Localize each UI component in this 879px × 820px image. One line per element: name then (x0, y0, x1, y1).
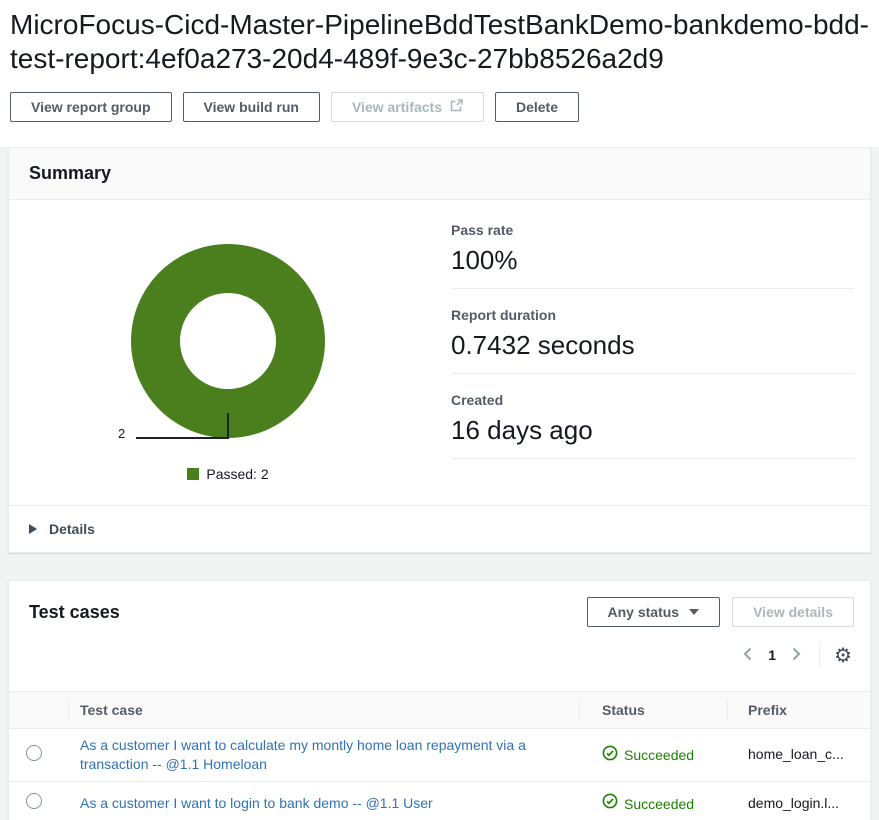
prefix-cell: demo_login.l... (727, 795, 870, 813)
stat-created-label: Created (451, 392, 854, 408)
test-cases-header: Test cases Any status View details (9, 581, 870, 627)
summary-body: 2 Passed: 2 Pass rate 100% Report durati… (9, 200, 870, 505)
prefix-value: home_loan_c... (748, 746, 844, 762)
table-row: As a customer I want to login to bank de… (9, 782, 870, 820)
stat-pass-rate: Pass rate 100% (451, 222, 854, 289)
success-check-icon (602, 793, 618, 814)
summary-card-header: Summary (9, 148, 870, 200)
row-radio-button[interactable] (26, 793, 42, 809)
stat-pass-rate-value: 100% (451, 245, 854, 275)
success-check-icon (602, 745, 618, 766)
details-label: Details (49, 521, 95, 537)
donut-callout-line-vertical (227, 413, 229, 439)
page-header: MicroFocus-Cicd-Master-PipelineBddTestBa… (0, 0, 879, 147)
legend-passed-swatch (187, 468, 199, 480)
gear-icon: ⚙ (834, 643, 852, 667)
stat-pass-rate-label: Pass rate (451, 222, 854, 238)
summary-title: Summary (29, 163, 850, 184)
status-cell: Succeeded (579, 745, 727, 766)
test-cases-card: Test cases Any status View details 1 ⚙ (8, 580, 871, 820)
donut-callout-value: 2 (118, 426, 125, 441)
view-report-group-button[interactable]: View report group (10, 92, 172, 122)
test-cases-title: Test cases (29, 597, 120, 623)
donut-passed-segment (131, 244, 325, 438)
status-filter-value: Any status (608, 604, 680, 620)
table-settings-button[interactable]: ⚙ (832, 645, 854, 665)
legend-passed-label: Passed: 2 (206, 466, 268, 482)
test-cases-table: Test case Status Prefix As a customer I … (9, 691, 870, 820)
summary-stats: Pass rate 100% Report duration 0.7432 se… (449, 200, 870, 505)
row-select-cell (9, 745, 68, 766)
chart-legend: Passed: 2 (131, 466, 325, 482)
test-case-link[interactable]: As a customer I want to login to bank de… (80, 787, 433, 820)
stat-report-duration: Report duration 0.7432 seconds (451, 307, 854, 374)
view-artifacts-button: View artifacts (331, 92, 484, 122)
stat-created-value: 16 days ago (451, 415, 854, 445)
status-filter-dropdown[interactable]: Any status (587, 597, 721, 627)
summary-card: Summary 2 Passed: 2 Pass rate 100% Repor… (8, 147, 871, 553)
table-header-row: Test case Status Prefix (9, 691, 870, 729)
status-badge: Succeeded (624, 747, 694, 763)
prefix-value: demo_login.l... (748, 795, 839, 811)
stat-report-duration-value: 0.7432 seconds (451, 330, 854, 360)
donut-callout-line-horizontal (136, 437, 229, 439)
test-case-cell: As a customer I want to calculate my mon… (68, 729, 579, 781)
external-link-icon (450, 99, 463, 115)
test-case-link[interactable]: As a customer I want to calculate my mon… (80, 729, 578, 781)
prefix-cell: home_loan_c... (727, 746, 870, 764)
previous-page-button (737, 644, 759, 667)
expand-triangle-icon (29, 524, 37, 534)
page-title: MicroFocus-Cicd-Master-PipelineBddTestBa… (10, 8, 871, 76)
report-toolbar: View report group View build run View ar… (10, 92, 871, 122)
chevron-right-icon (789, 646, 803, 665)
page-number[interactable]: 1 (768, 647, 776, 663)
test-cases-actions: Any status View details (587, 597, 854, 627)
tools-divider (819, 643, 820, 667)
pagination-bar: 1 ⚙ (9, 627, 870, 691)
details-expander[interactable]: Details (9, 505, 870, 552)
chevron-down-icon (689, 609, 699, 615)
stat-report-duration-label: Report duration (451, 307, 854, 323)
donut-hole (180, 293, 276, 389)
view-details-button: View details (732, 597, 854, 627)
view-build-run-button[interactable]: View build run (183, 92, 320, 122)
test-case-column-header: Test case (68, 702, 579, 718)
delete-button[interactable]: Delete (495, 92, 579, 122)
next-page-button (785, 644, 807, 667)
prefix-column-header: Prefix (727, 702, 870, 718)
status-badge: Succeeded (624, 796, 694, 812)
row-select-cell (9, 793, 68, 814)
chevron-left-icon (741, 646, 755, 665)
status-column-header: Status (579, 702, 727, 718)
status-cell: Succeeded (579, 793, 727, 814)
test-case-cell: As a customer I want to login to bank de… (68, 787, 579, 820)
view-artifacts-label: View artifacts (352, 99, 442, 115)
row-radio-button[interactable] (26, 745, 42, 761)
stat-created: Created 16 days ago (451, 392, 854, 459)
pass-rate-donut-chart: 2 Passed: 2 (9, 200, 449, 505)
table-row: As a customer I want to calculate my mon… (9, 729, 870, 782)
